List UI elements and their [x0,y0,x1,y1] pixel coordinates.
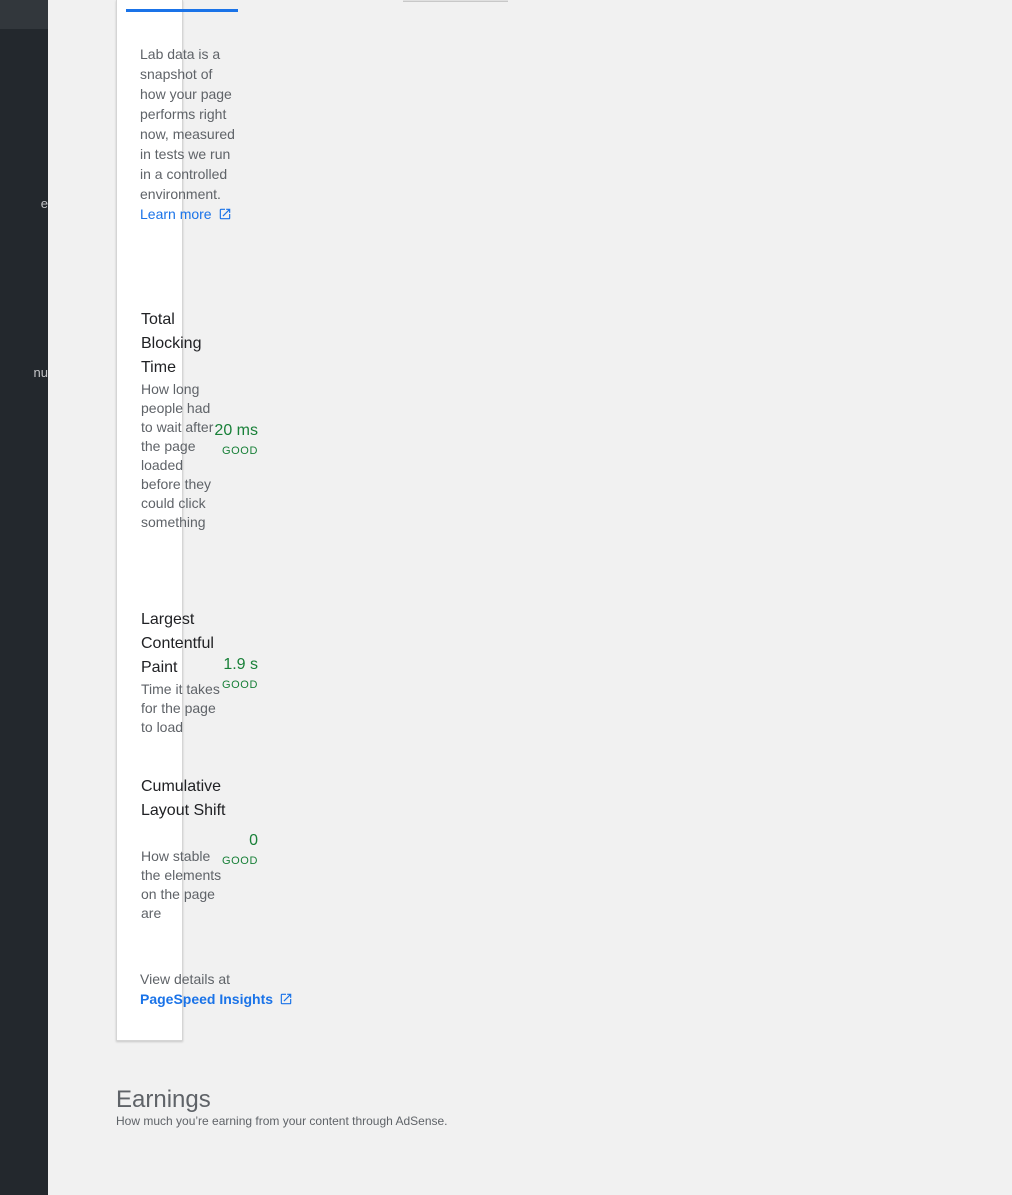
view-details: View details at PageSpeed Insights [140,969,340,1011]
metric-description: How long people had to wait after the pa… [141,381,214,530]
lab-data-description: Lab data is a snapshot of how your page … [140,46,235,202]
metric-status-badge: GOOD [221,679,258,691]
view-details-prefix: View details at [140,971,231,987]
metric-name: Largest Contentful Paint [141,611,214,676]
metric-status-badge: GOOD [221,855,258,867]
top-scroll-stub [403,0,508,2]
learn-more-link[interactable]: Learn more [140,204,232,226]
sidebar-item-label-clipped[interactable]: e [41,196,48,211]
sidebar-active-item[interactable] [0,0,48,29]
admin-sidebar: e nu [0,0,48,1195]
lab-data-intro: Lab data is a snapshot of how your page … [140,44,240,226]
metric-description: Time it takes for the page to load [141,681,220,735]
metric-value: 1.9 s [223,656,258,673]
external-link-icon [218,206,232,226]
pagespeed-insights-label: PageSpeed Insights [140,991,274,1007]
metric-name: Total Blocking Time [141,311,202,376]
earnings-subtitle: How much you’re earning from your conten… [116,1114,448,1128]
active-tab-indicator [126,9,238,12]
metric-value: 0 [249,832,258,849]
metric-description: How stable the elements on the page are [141,848,222,921]
metric-status-badge: GOOD [221,445,258,457]
learn-more-label: Learn more [140,206,212,222]
sidebar-item-label-clipped[interactable]: nu [34,365,48,380]
metric-value: 20 ms [214,422,258,439]
external-link-icon [279,991,293,1011]
pagespeed-insights-link[interactable]: PageSpeed Insights [140,989,293,1011]
metric-name: Cumulative Layout Shift [141,778,226,819]
earnings-title: Earnings [116,1086,211,1113]
